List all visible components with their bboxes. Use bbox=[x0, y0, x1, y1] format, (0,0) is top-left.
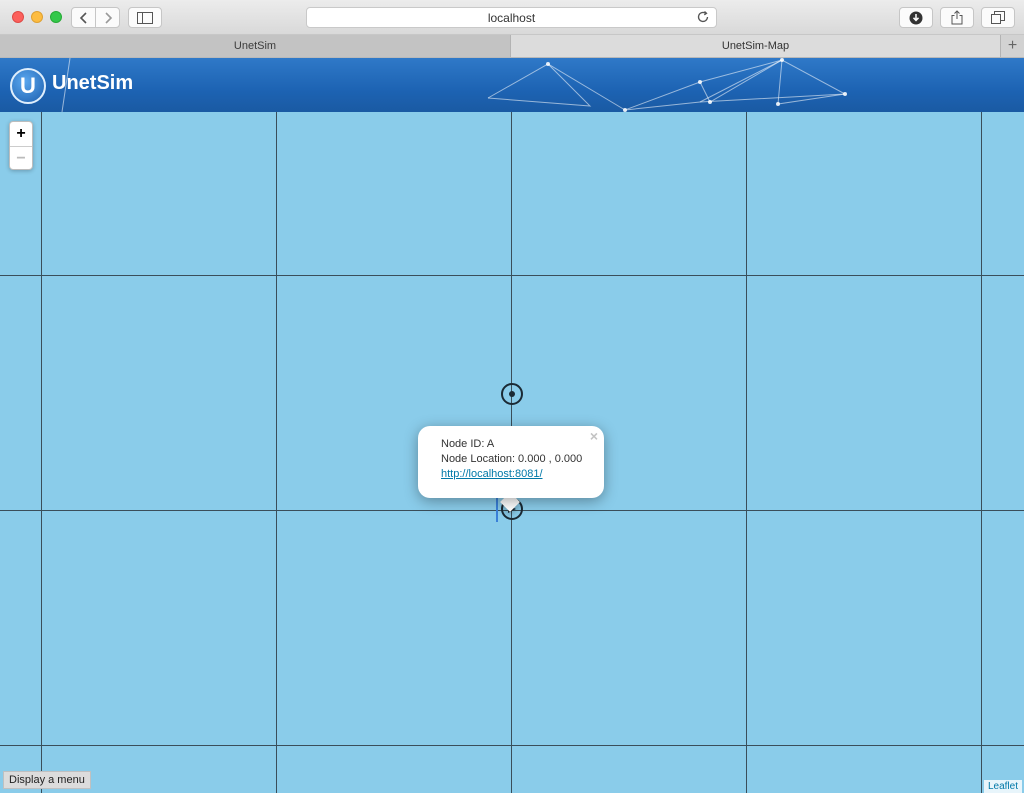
tabs-overview-icon bbox=[991, 11, 1005, 24]
grid-line bbox=[276, 112, 277, 793]
url-text: localhost bbox=[487, 10, 536, 25]
plus-icon: + bbox=[1007, 37, 1018, 54]
share-icon bbox=[951, 10, 963, 25]
tab-label: UnetSim-Map bbox=[721, 40, 790, 52]
sidebar-toggle-button[interactable] bbox=[128, 7, 162, 28]
close-icon[interactable]: × bbox=[590, 429, 598, 444]
tab-bar: UnetSim UnetSim-Map + bbox=[0, 35, 1024, 58]
unetsim-logo: U bbox=[10, 68, 46, 104]
logo-letter: U bbox=[20, 73, 36, 98]
sidebar-icon bbox=[137, 11, 153, 24]
new-tab-button[interactable]: + bbox=[1001, 35, 1024, 57]
tab-unetsim-map[interactable]: UnetSim-Map bbox=[511, 35, 1001, 57]
node-link[interactable]: http://localhost:8081/ bbox=[441, 468, 543, 480]
download-icon bbox=[909, 11, 923, 24]
zoom-in-button[interactable]: + bbox=[10, 122, 32, 146]
node-location-text: Node Location: 0.000 , 0.000 bbox=[441, 453, 583, 465]
node-popup: × Node ID: A Node Location: 0.000 , 0.00… bbox=[418, 426, 604, 498]
back-button[interactable] bbox=[72, 8, 95, 27]
map-attribution: Leaflet bbox=[983, 780, 1022, 793]
downloads-button[interactable] bbox=[899, 7, 933, 28]
zoom-window-button[interactable] bbox=[50, 11, 62, 23]
reload-icon[interactable] bbox=[696, 10, 710, 24]
map-view[interactable]: + − × Node ID: A Node Location: 0.000 , … bbox=[0, 112, 1024, 793]
tab-unetsim[interactable]: UnetSim bbox=[0, 35, 511, 57]
grid-line bbox=[746, 112, 747, 793]
node-id-text: Node ID: A bbox=[441, 438, 495, 450]
app-header: U UnetSim bbox=[0, 58, 1024, 112]
display-menu-button[interactable]: Display a menu bbox=[3, 771, 91, 789]
share-button[interactable] bbox=[940, 7, 974, 28]
show-tabs-button[interactable] bbox=[981, 7, 1015, 28]
grid-line bbox=[0, 275, 1024, 276]
minimize-window-button[interactable] bbox=[31, 11, 43, 23]
grid-line bbox=[0, 745, 1024, 746]
zoom-out-button[interactable]: − bbox=[10, 146, 32, 169]
history-nav bbox=[71, 7, 120, 28]
tab-label: UnetSim bbox=[233, 40, 277, 52]
close-window-button[interactable] bbox=[12, 11, 24, 23]
node-marker-icon[interactable] bbox=[500, 383, 524, 407]
zoom-control: + − bbox=[9, 121, 33, 170]
browser-toolbar: localhost bbox=[0, 0, 1024, 35]
forward-button[interactable] bbox=[95, 8, 119, 27]
grid-line bbox=[41, 112, 42, 793]
grid-line bbox=[981, 112, 982, 793]
chevron-right-icon bbox=[104, 11, 112, 24]
leaflet-link[interactable]: Leaflet bbox=[988, 781, 1018, 792]
chevron-left-icon bbox=[79, 11, 87, 24]
address-bar[interactable]: localhost bbox=[306, 7, 717, 28]
network-decoration-icon bbox=[61, 58, 847, 112]
app-title: UnetSim bbox=[52, 72, 134, 94]
